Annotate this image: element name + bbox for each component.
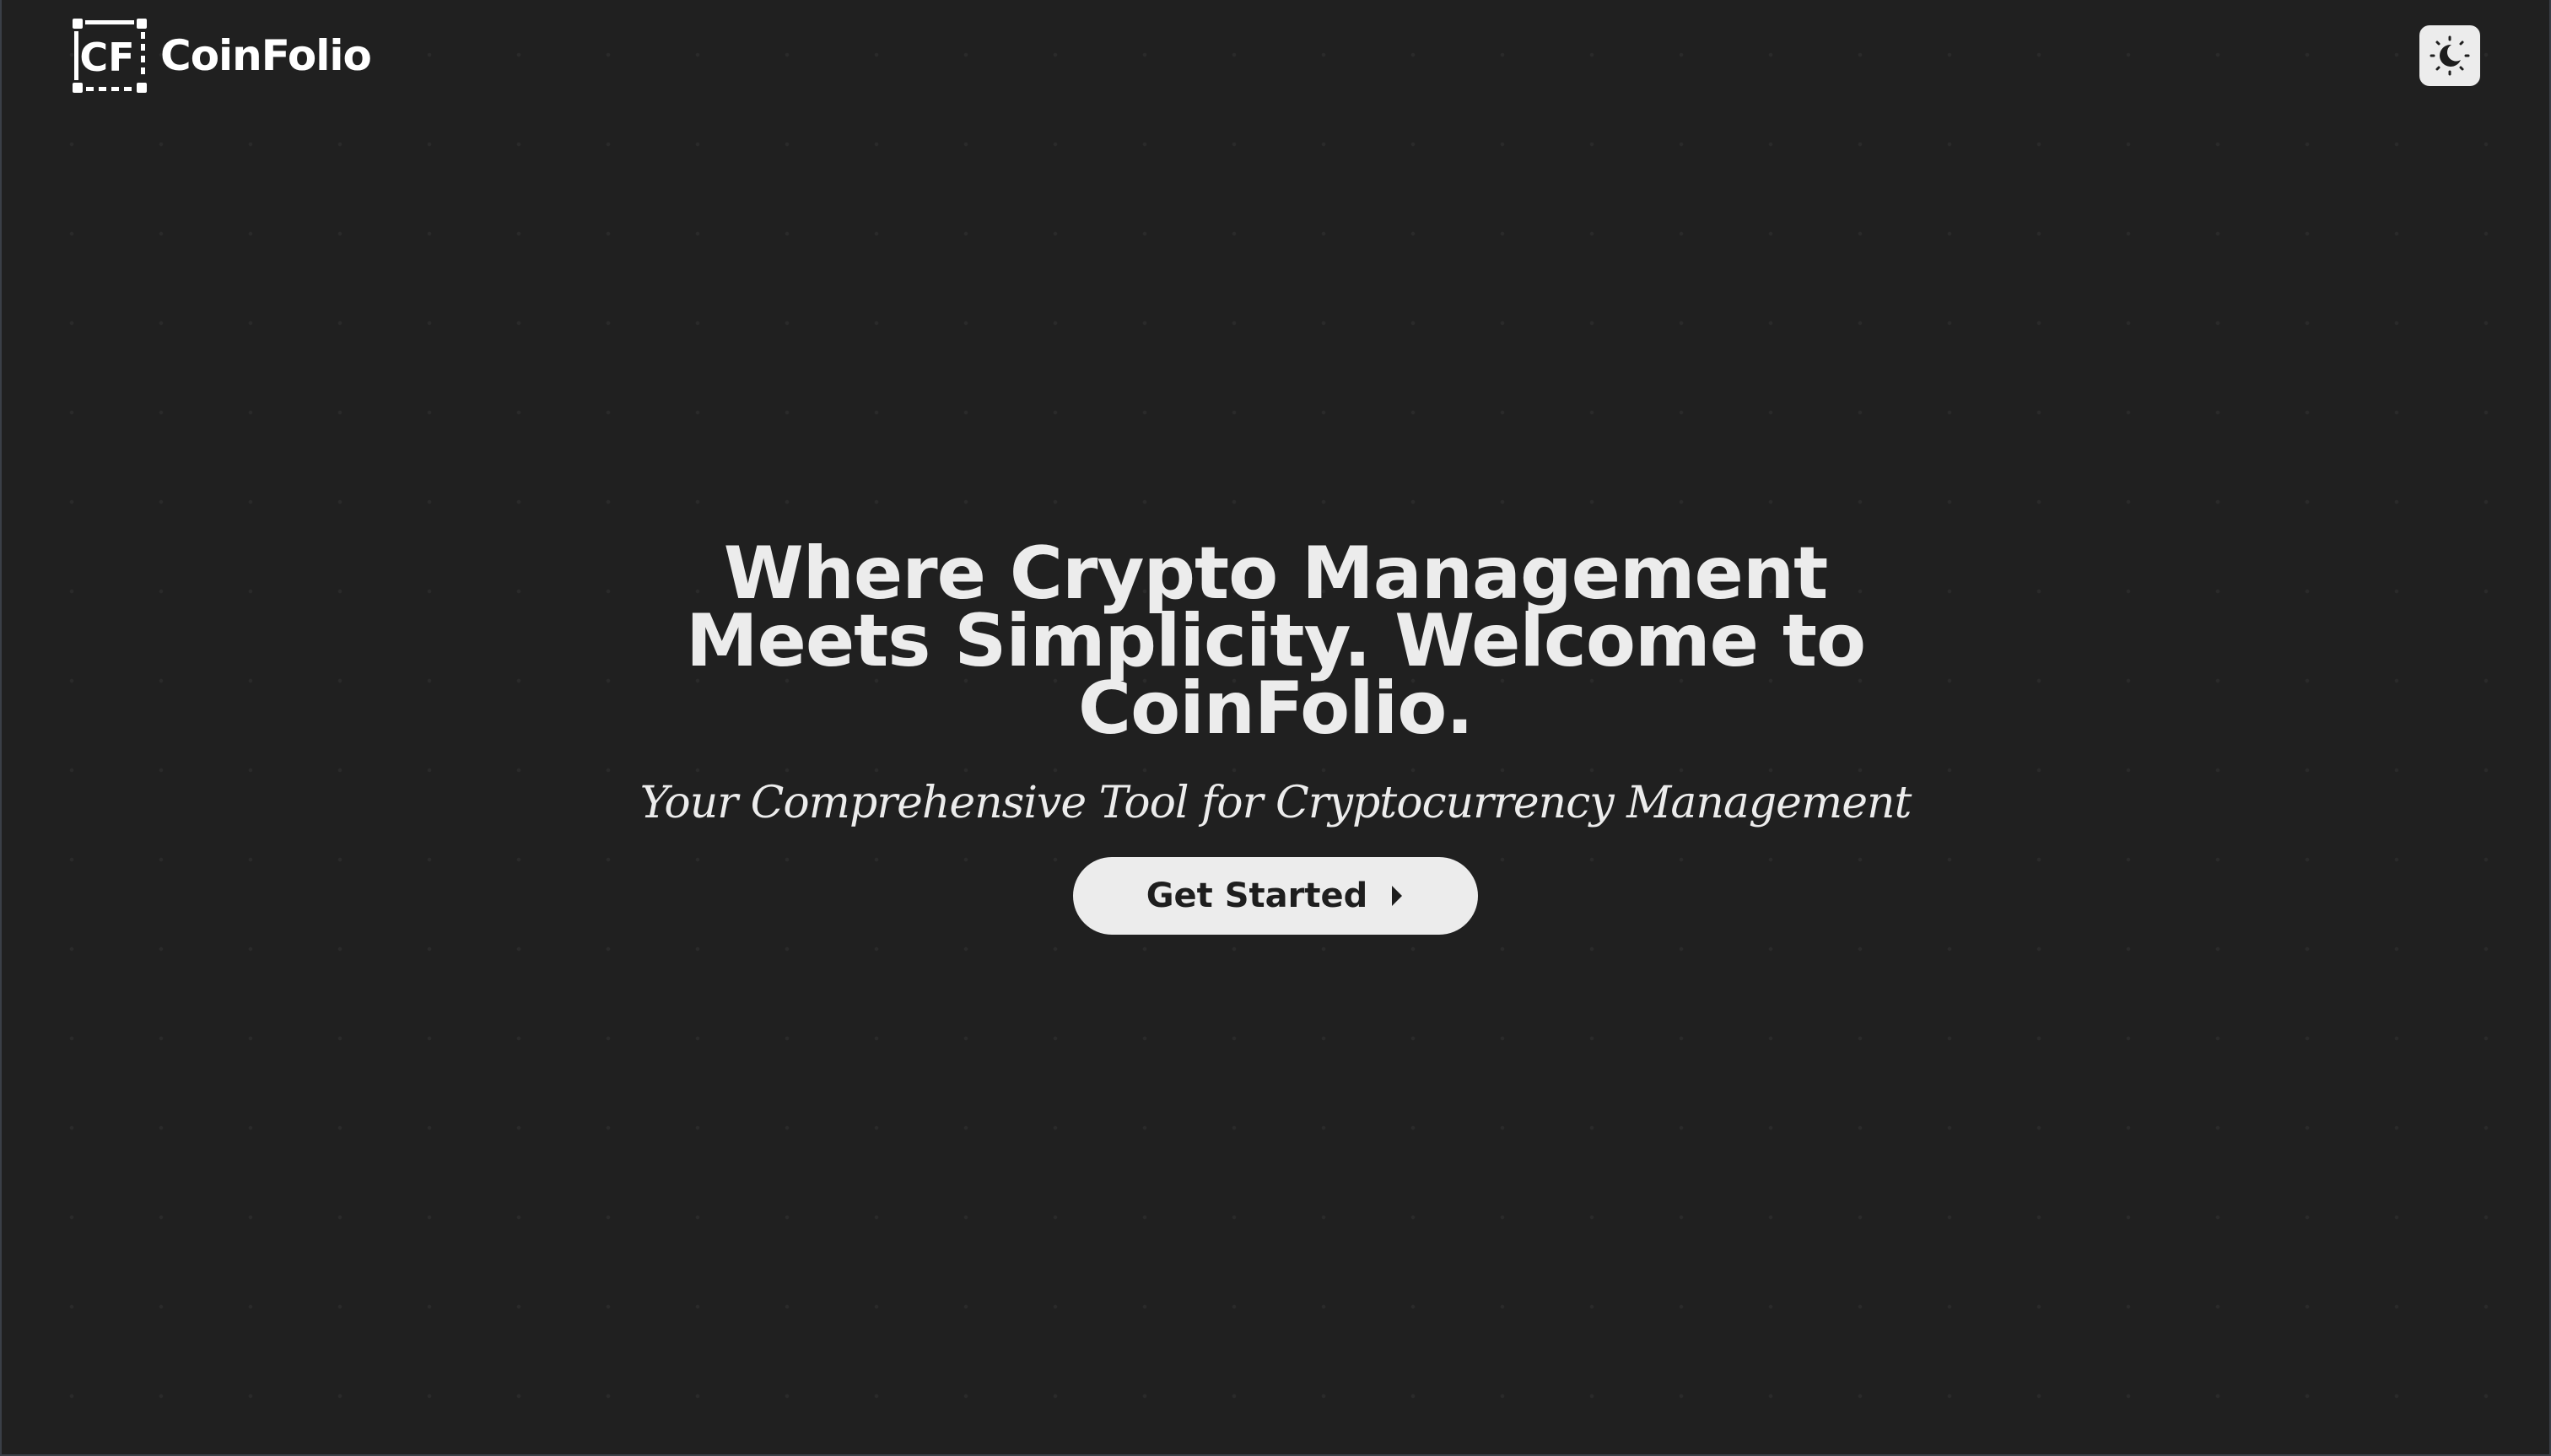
- coinfolio-logo-icon: CF: [73, 19, 147, 93]
- play-arrow-icon: [1392, 886, 1403, 906]
- moon-icon: [2430, 35, 2470, 76]
- theme-toggle-button[interactable]: [2419, 25, 2480, 86]
- hero-subtitle: Your Comprehensive Tool for Cryptocurren…: [639, 778, 1912, 828]
- brand-name: CoinFolio: [160, 31, 372, 80]
- site-header: CF CoinFolio: [2, 0, 2549, 110]
- get-started-label: Get Started: [1146, 876, 1368, 915]
- home-logo-link[interactable]: CF CoinFolio: [73, 19, 372, 93]
- get-started-button[interactable]: Get Started: [1073, 857, 1478, 935]
- hero-title: Where Crypto Management Meets Simplicity…: [685, 531, 1866, 751]
- svg-text:CF: CF: [79, 35, 134, 80]
- hero-section: Where Crypto Management Meets Simplicity…: [2, 531, 2549, 935]
